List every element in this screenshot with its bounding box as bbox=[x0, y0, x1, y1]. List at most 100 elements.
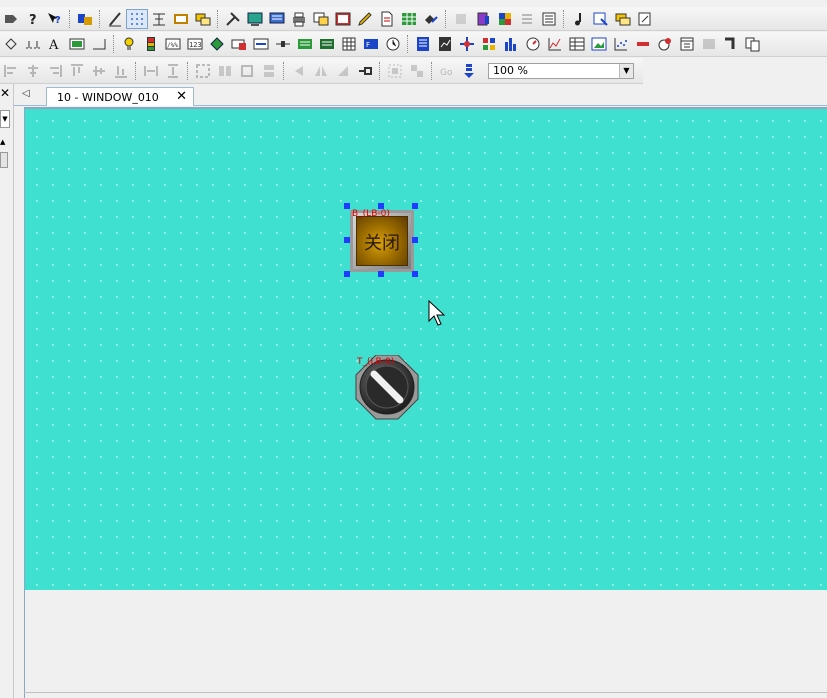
ascii-icon[interactable]: F bbox=[360, 34, 382, 54]
close-icon[interactable]: ✕ bbox=[176, 89, 187, 104]
rotate-icon[interactable] bbox=[332, 61, 354, 81]
table2-icon[interactable] bbox=[566, 34, 588, 54]
toggle-icon[interactable] bbox=[228, 34, 250, 54]
list-icon[interactable] bbox=[516, 9, 538, 29]
slider-icon[interactable] bbox=[272, 34, 294, 54]
tag-icon[interactable] bbox=[0, 9, 22, 29]
rect-icon[interactable] bbox=[170, 9, 192, 29]
align-middle-icon[interactable] bbox=[88, 61, 110, 81]
selector-switch-object[interactable]: T_(LB-0) bbox=[354, 354, 420, 421]
overlap-icon[interactable] bbox=[192, 9, 214, 29]
bar-chart-icon[interactable] bbox=[500, 34, 522, 54]
disabled2-icon[interactable] bbox=[698, 34, 720, 54]
selection-handle[interactable] bbox=[412, 271, 418, 277]
find-replace-icon[interactable] bbox=[74, 9, 96, 29]
input-icon[interactable] bbox=[250, 34, 272, 54]
panel-dropdown[interactable]: ▼ bbox=[0, 110, 10, 128]
clock-icon[interactable] bbox=[382, 34, 404, 54]
cube-icon[interactable] bbox=[494, 9, 516, 29]
table-icon[interactable] bbox=[398, 9, 420, 29]
go-icon[interactable]: Go bbox=[436, 61, 458, 81]
link-icon[interactable] bbox=[420, 9, 442, 29]
window-canvas[interactable] bbox=[25, 109, 827, 590]
pen-icon[interactable] bbox=[354, 9, 376, 29]
calendar-icon[interactable] bbox=[676, 34, 698, 54]
record-icon[interactable] bbox=[654, 34, 676, 54]
grid-icon[interactable] bbox=[126, 8, 148, 29]
align-icon[interactable] bbox=[148, 9, 170, 29]
tab-scroll-left-icon[interactable]: ◁ bbox=[22, 88, 30, 99]
scatter-icon[interactable] bbox=[610, 34, 632, 54]
lamp-icon[interactable] bbox=[118, 34, 140, 54]
size-icon[interactable] bbox=[192, 61, 214, 81]
book-icon[interactable] bbox=[472, 9, 494, 29]
selection-handle[interactable] bbox=[344, 271, 350, 277]
flip-icon[interactable] bbox=[310, 61, 332, 81]
align-left-icon[interactable] bbox=[0, 61, 22, 81]
zoom-select[interactable]: 100 % ▼ bbox=[488, 62, 634, 79]
text-icon[interactable]: A bbox=[44, 34, 66, 54]
align-top-icon[interactable] bbox=[66, 61, 88, 81]
print-icon[interactable] bbox=[288, 9, 310, 29]
context-help-icon[interactable]: ? bbox=[44, 9, 66, 29]
pipe-icon[interactable] bbox=[720, 34, 742, 54]
line-icon[interactable] bbox=[104, 9, 126, 29]
make-same-icon[interactable] bbox=[214, 61, 236, 81]
picture-icon[interactable] bbox=[332, 9, 354, 29]
screen2-icon[interactable] bbox=[266, 9, 288, 29]
close-button-object[interactable]: 关闭 B_(LB-0) bbox=[350, 208, 414, 272]
alarm-icon[interactable] bbox=[478, 34, 500, 54]
help-icon[interactable]: ? bbox=[22, 9, 44, 29]
list2-icon[interactable] bbox=[538, 9, 560, 29]
arrow-left-icon[interactable] bbox=[288, 61, 310, 81]
tools-icon[interactable] bbox=[222, 9, 244, 29]
frame-icon[interactable] bbox=[88, 34, 110, 54]
close-icon[interactable]: ✕ bbox=[0, 86, 12, 100]
ungroup-icon[interactable] bbox=[406, 61, 428, 81]
note-icon[interactable] bbox=[634, 9, 656, 29]
tab-window-010[interactable]: 10 - WINDOW_010 ✕ bbox=[46, 87, 194, 106]
meter-icon[interactable] bbox=[140, 34, 162, 54]
page-icon[interactable] bbox=[590, 9, 612, 29]
make-same-icon[interactable] bbox=[258, 61, 280, 81]
trend-icon[interactable] bbox=[434, 34, 456, 54]
move-icon[interactable] bbox=[456, 34, 478, 54]
music-icon[interactable] bbox=[568, 9, 590, 29]
bitmap-icon[interactable] bbox=[66, 34, 88, 54]
scroll-up-icon[interactable]: ▲ bbox=[0, 138, 9, 150]
align-bottom-icon[interactable] bbox=[110, 61, 132, 81]
selection-handle[interactable] bbox=[378, 203, 384, 209]
xy-icon[interactable] bbox=[544, 34, 566, 54]
doc-icon[interactable] bbox=[376, 9, 398, 29]
screen-icon[interactable] bbox=[244, 9, 266, 29]
selection-handle[interactable] bbox=[344, 203, 350, 209]
space-v-icon[interactable] bbox=[162, 61, 184, 81]
stop-icon[interactable] bbox=[632, 34, 654, 54]
gem-icon[interactable] bbox=[206, 34, 228, 54]
layer-icon[interactable] bbox=[458, 61, 480, 81]
align-center-icon[interactable] bbox=[22, 61, 44, 81]
chat-icon[interactable] bbox=[612, 9, 634, 29]
disabled-icon[interactable] bbox=[450, 9, 472, 29]
scrollbar-thumb[interactable] bbox=[0, 152, 8, 168]
pin-icon[interactable] bbox=[354, 61, 376, 81]
grid2-icon[interactable] bbox=[338, 34, 360, 54]
align-right-icon[interactable] bbox=[44, 61, 66, 81]
image-icon[interactable] bbox=[588, 34, 610, 54]
number-icon[interactable]: 123 bbox=[184, 34, 206, 54]
keypad-icon[interactable] bbox=[294, 34, 316, 54]
chevron-down-icon[interactable]: ▼ bbox=[619, 63, 633, 78]
selection-handle[interactable] bbox=[378, 271, 384, 277]
selection-handle[interactable] bbox=[344, 237, 350, 243]
gauge-icon[interactable] bbox=[522, 34, 544, 54]
chart-icon[interactable] bbox=[316, 34, 338, 54]
selection-handle[interactable] bbox=[412, 237, 418, 243]
size-icon[interactable] bbox=[236, 61, 258, 81]
shape-icon[interactable] bbox=[0, 34, 22, 54]
group-icon[interactable] bbox=[384, 61, 406, 81]
space-h-icon[interactable] bbox=[140, 61, 162, 81]
dotted-line-icon[interactable] bbox=[22, 34, 44, 54]
window-icon[interactable] bbox=[310, 9, 332, 29]
report-icon[interactable] bbox=[412, 34, 434, 54]
selection-handle[interactable] bbox=[412, 203, 418, 209]
